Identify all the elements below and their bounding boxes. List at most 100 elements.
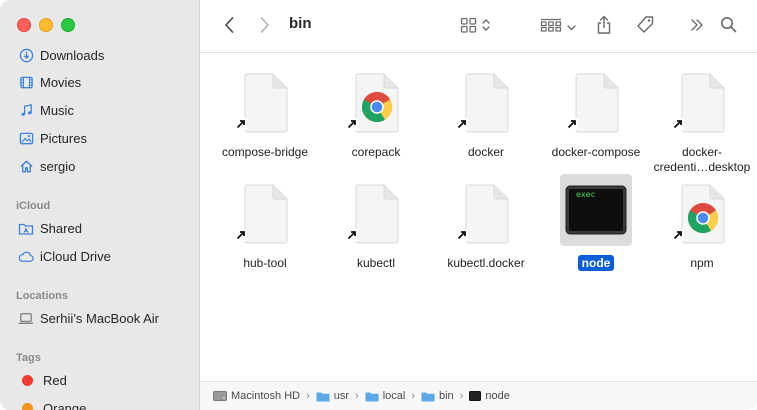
sidebar-item-music[interactable]: Music xyxy=(0,96,199,124)
sidebar-item-label: Music xyxy=(40,102,74,118)
sidebar-item-macbook[interactable]: Serhii’s MacBook Air xyxy=(0,304,199,332)
sidebar-heading-tags: Tags xyxy=(16,352,41,364)
document-icon xyxy=(340,178,412,250)
sidebar-heading-locations: Locations xyxy=(16,290,68,302)
close-button[interactable] xyxy=(17,18,31,32)
file-label: kubectl.docker xyxy=(447,256,525,270)
sidebar-item-tag-orange[interactable]: Orange xyxy=(0,394,199,410)
file-label: npm xyxy=(690,256,714,270)
sidebar-item-downloads[interactable]: Downloads xyxy=(0,42,199,68)
document-icon xyxy=(450,178,522,250)
hard-drive-icon xyxy=(213,390,227,402)
file-item-node[interactable]: exec node xyxy=(536,174,656,271)
file-label: hub-tool xyxy=(243,256,287,270)
tag-icon xyxy=(635,15,655,38)
sidebar-item-label: Downloads xyxy=(40,47,105,63)
minimize-button[interactable] xyxy=(39,18,53,32)
document-icon xyxy=(666,67,738,139)
back-button[interactable] xyxy=(218,13,240,39)
path-crumb-node[interactable]: node xyxy=(469,390,510,402)
alias-arrow-icon xyxy=(456,118,468,133)
path-crumb-local[interactable]: local xyxy=(365,390,406,402)
sidebar-item-home[interactable]: sergio xyxy=(0,152,199,180)
path-crumb-label: local xyxy=(382,390,406,402)
sidebar-item-label: iCloud Drive xyxy=(40,248,111,264)
chrome-document-icon xyxy=(666,178,738,250)
path-separator-icon: › xyxy=(459,390,464,402)
file-item-corepack[interactable]: corepack xyxy=(316,67,436,160)
sidebar-item-tag-red[interactable]: Red xyxy=(0,366,199,394)
music-icon xyxy=(18,102,34,118)
window-title: bin xyxy=(289,15,312,32)
file-item-kubectl[interactable]: kubectl xyxy=(316,178,436,271)
path-separator-icon: › xyxy=(411,390,415,402)
path-crumb-label: bin xyxy=(439,390,454,402)
folder-icon xyxy=(365,391,379,402)
view-mode-button[interactable] xyxy=(456,13,494,39)
alias-arrow-icon xyxy=(346,118,358,133)
file-item-hub-tool[interactable]: hub-tool xyxy=(205,178,325,271)
file-item-docker-compose[interactable]: docker-compose xyxy=(536,67,656,160)
updown-chevron-icon xyxy=(482,18,490,35)
exec-label: exec xyxy=(576,190,596,199)
file-item-compose-bridge[interactable]: compose-bridge xyxy=(205,67,325,160)
tag-color-dot xyxy=(22,374,33,386)
alias-arrow-icon xyxy=(566,118,578,133)
file-item-kubectl-docker[interactable]: kubectl.docker xyxy=(426,178,546,271)
path-crumb-label: node xyxy=(485,390,510,402)
document-icon xyxy=(229,178,301,250)
path-bar: Macintosh HD › usr › local › bin › node xyxy=(200,381,757,410)
group-by-button[interactable] xyxy=(538,13,578,39)
share-button[interactable] xyxy=(592,13,616,39)
file-label: node xyxy=(577,255,615,271)
group-grid-icon xyxy=(540,18,562,35)
search-button[interactable] xyxy=(716,13,740,39)
sidebar-heading-icloud: iCloud xyxy=(16,200,51,212)
file-grid: compose-bridge corepack docker docker-co… xyxy=(200,53,757,382)
sidebar-item-label: Orange xyxy=(43,400,87,410)
sidebar-item-pictures[interactable]: Pictures xyxy=(0,124,199,152)
file-label: kubectl xyxy=(356,256,396,270)
file-label: docker-compose xyxy=(551,145,641,159)
zoom-button[interactable] xyxy=(61,18,75,32)
chevron-right-icon xyxy=(259,16,271,37)
exec-terminal-icon: exec xyxy=(560,174,632,246)
path-separator-icon: › xyxy=(355,390,359,402)
movies-icon xyxy=(18,74,34,90)
alias-arrow-icon xyxy=(235,118,247,133)
window-controls xyxy=(17,18,75,32)
sidebar-item-icloud-drive[interactable]: iCloud Drive xyxy=(0,242,199,270)
path-crumb-label: usr xyxy=(333,390,350,402)
path-crumb-macintosh-hd[interactable]: Macintosh HD xyxy=(213,390,300,402)
downloads-icon xyxy=(18,47,34,63)
pictures-icon xyxy=(18,130,34,146)
tag-button[interactable] xyxy=(632,13,658,39)
toolbar: bin xyxy=(200,0,757,53)
tag-color-dot xyxy=(22,402,33,410)
sidebar-item-movies[interactable]: Movies xyxy=(0,68,199,96)
document-icon xyxy=(229,67,301,139)
alias-arrow-icon xyxy=(672,229,684,244)
sidebar-list: Downloads Movies Music Pictures sergio i… xyxy=(0,42,199,410)
document-icon xyxy=(560,67,632,139)
file-item-docker[interactable]: docker xyxy=(426,67,546,160)
sidebar-item-shared[interactable]: Shared xyxy=(0,214,199,242)
search-icon xyxy=(720,16,737,36)
file-label: compose-bridge xyxy=(221,145,309,159)
home-icon xyxy=(18,158,34,174)
sidebar-item-label: Shared xyxy=(40,220,82,236)
file-item-npm[interactable]: npm xyxy=(646,178,757,271)
chrome-document-icon xyxy=(340,67,412,139)
sidebar-item-label: Movies xyxy=(40,74,82,90)
path-crumb-usr[interactable]: usr xyxy=(316,390,349,402)
double-chevron-right-icon xyxy=(690,18,704,35)
file-item-docker-credential-desktop[interactable]: docker- credenti…desktop xyxy=(646,67,757,175)
chevron-down-icon xyxy=(567,19,576,34)
laptop-icon xyxy=(18,310,34,326)
file-label-line1: docker- xyxy=(681,145,722,159)
path-crumb-bin[interactable]: bin xyxy=(421,390,454,402)
forward-button[interactable] xyxy=(254,13,276,39)
more-toolbar-button[interactable] xyxy=(686,13,708,39)
path-crumb-label: Macintosh HD xyxy=(231,390,301,402)
folder-icon xyxy=(316,391,330,402)
